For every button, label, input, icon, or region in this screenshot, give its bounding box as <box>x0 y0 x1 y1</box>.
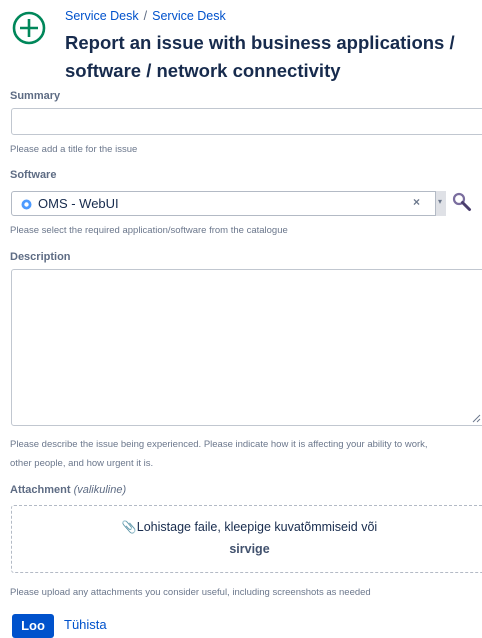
attachment-optional-text: (valikuline) <box>73 484 127 496</box>
browse-link[interactable]: sirvige <box>229 542 269 556</box>
application-icon <box>21 199 32 210</box>
plus-circle-icon <box>12 11 46 45</box>
attachment-label: Attachment (valikuline) <box>10 484 126 496</box>
summary-help: Please add a title for the issue <box>10 144 138 155</box>
software-selected-value: OMS - WebUI <box>38 196 119 211</box>
software-label: Software <box>10 169 57 181</box>
breadcrumb: Service Desk / Service Desk <box>65 9 226 23</box>
resize-handle-icon[interactable] <box>472 414 481 423</box>
paperclip-icon: 📎 <box>121 520 137 534</box>
description-label: Description <box>10 251 71 263</box>
dropzone-text: 📎Lohistage faile, kleepige kuvatõmmiseid… <box>12 516 482 560</box>
attachment-label-text: Attachment <box>10 484 71 496</box>
attachment-help: Please upload any attachments you consid… <box>10 587 371 598</box>
description-help-line-2: other people, and how urgent it is. <box>10 458 154 469</box>
summary-label: Summary <box>10 90 61 102</box>
dropdown-arrow-button[interactable]: ▾ <box>435 191 446 216</box>
description-help-line-1: Please describe the issue being experien… <box>10 439 428 450</box>
page-title: Report an issue with business applicatio… <box>65 32 455 81</box>
breadcrumb-link-service-desk-project[interactable]: Service Desk <box>152 9 226 23</box>
description-textarea[interactable] <box>11 269 482 426</box>
software-help: Please select the required application/s… <box>10 225 288 236</box>
chevron-down-icon: ▾ <box>438 197 443 206</box>
search-icon[interactable] <box>452 192 472 212</box>
software-select[interactable]: OMS - WebUI × ▾ <box>11 191 446 216</box>
clear-selection-icon[interactable]: × <box>413 195 420 209</box>
breadcrumb-link-service-desk[interactable]: Service Desk <box>65 9 139 23</box>
dropzone-instructions: Lohistage faile, kleepige kuvatõmmiseid … <box>136 520 378 534</box>
breadcrumb-separator: / <box>143 9 148 23</box>
cancel-button[interactable]: Tühista <box>64 617 107 632</box>
summary-input[interactable] <box>11 108 482 135</box>
create-button[interactable]: Loo <box>12 614 54 638</box>
attachment-dropzone[interactable]: 📎Lohistage faile, kleepige kuvatõmmiseid… <box>11 505 482 573</box>
request-header: Service Desk / Service Desk Report an issu… <box>0 0 482 86</box>
